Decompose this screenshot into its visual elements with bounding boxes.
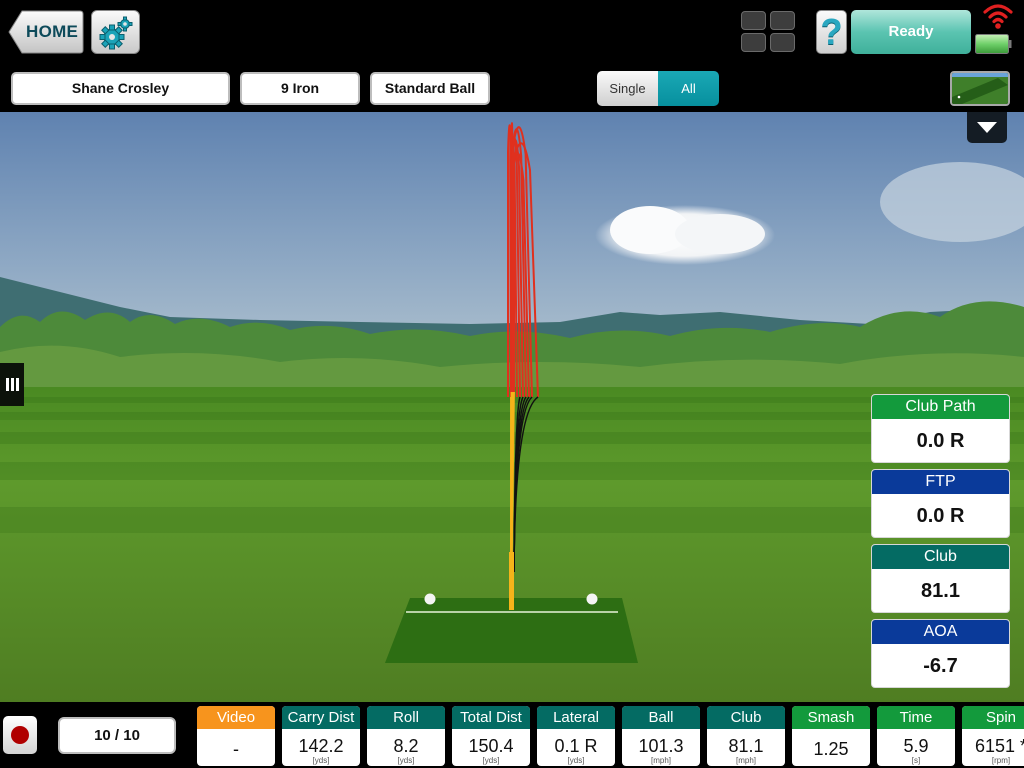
grid-icon-cell — [770, 33, 795, 52]
metric-card-label: Club Path — [872, 395, 1009, 419]
stat-value: 1.25 — [813, 739, 849, 759]
stat-tile[interactable]: Total Dist 150.4 [yds] — [452, 706, 530, 766]
stat-label: Lateral — [537, 706, 615, 729]
stat-label: Club — [707, 706, 785, 729]
fairway-thumbnail-icon — [952, 73, 1008, 104]
metric-card[interactable]: Club Path 0.0 R — [871, 394, 1010, 463]
record-button[interactable] — [3, 716, 37, 754]
stat-value: - — [233, 739, 239, 759]
home-button[interactable]: HOME — [8, 10, 84, 54]
stat-value: 5.9 — [903, 736, 929, 756]
status-label: Ready — [888, 23, 934, 40]
golf-ball-right — [586, 593, 598, 605]
stat-value: 6151 * — [974, 736, 1024, 756]
metric-card[interactable]: AOA -6.7 — [871, 619, 1010, 688]
stat-value: 8.2 — [393, 736, 419, 756]
handle-bar-icon — [11, 378, 14, 391]
battery-icon — [975, 34, 1012, 54]
golf-simulator-app: HOME ? Ready Shane Crosley 9 Iron Standa… — [0, 0, 1024, 768]
toggle-all[interactable]: All — [658, 71, 719, 106]
stat-unit: [mph] — [650, 756, 671, 765]
handle-bar-icon — [6, 378, 9, 391]
stat-label: Ball — [622, 706, 700, 729]
stat-unit: [rpm] — [991, 756, 1011, 765]
stat-label: Carry Dist — [282, 706, 360, 729]
side-panel-handle[interactable] — [0, 363, 24, 406]
view-mode-toggle: Single All — [597, 71, 719, 106]
handle-bar-icon — [16, 378, 19, 391]
stat-tile[interactable]: Carry Dist 142.2 [yds] — [282, 706, 360, 766]
chevron-down-icon — [977, 122, 997, 133]
stat-value: 101.3 — [638, 736, 684, 756]
metric-card-label: AOA — [872, 620, 1009, 644]
ball-selector[interactable]: Standard Ball — [370, 72, 490, 105]
stat-label: Video — [197, 706, 275, 729]
stat-tile[interactable]: Spin 6151 * [rpm] — [962, 706, 1024, 766]
stat-tile[interactable]: Roll 8.2 [yds] — [367, 706, 445, 766]
grid-icon-cell — [741, 33, 766, 52]
grid-icon-cell — [741, 11, 766, 30]
stat-unit: [yds] — [397, 756, 415, 765]
metric-card-value: 0.0 R — [916, 430, 965, 452]
player-selector[interactable]: Shane Crosley — [11, 72, 230, 105]
stat-value: 142.2 — [298, 736, 344, 756]
shot-counter[interactable]: 10 / 10 — [58, 717, 176, 754]
golf-ball-left — [424, 593, 436, 605]
metric-card-label: Club — [872, 545, 1009, 569]
course-view-button[interactable] — [950, 71, 1010, 106]
layout-grid-button[interactable] — [741, 11, 797, 53]
status-ready-button[interactable]: Ready — [851, 10, 971, 54]
stat-tile[interactable]: Lateral 0.1 R [yds] — [537, 706, 615, 766]
grid-icon-cell — [770, 11, 795, 30]
stat-tile[interactable]: Club 81.1 [mph] — [707, 706, 785, 766]
stat-value: 150.4 — [468, 736, 514, 756]
metric-card[interactable]: Club 81.1 — [871, 544, 1010, 613]
question-mark-icon: ? — [820, 11, 843, 52]
record-icon — [11, 726, 29, 744]
metric-card-value: -6.7 — [923, 655, 958, 677]
stat-unit: [yds] — [567, 756, 585, 765]
trajectory-origin — [509, 552, 514, 610]
stat-value: 0.1 R — [554, 736, 598, 756]
metric-card[interactable]: FTP 0.0 R — [871, 469, 1010, 538]
settings-button[interactable] — [91, 10, 140, 54]
stat-unit: [s] — [911, 756, 921, 765]
gear-icon — [99, 16, 133, 50]
stat-label: Spin — [962, 706, 1024, 729]
scene-options-dropdown[interactable] — [967, 112, 1007, 143]
stat-value: 81.1 — [728, 736, 764, 756]
stat-label: Total Dist — [452, 706, 530, 729]
stat-unit: [yds] — [312, 756, 330, 765]
metric-card-value: 0.0 R — [916, 505, 965, 527]
home-label: HOME — [26, 22, 79, 41]
stat-label: Smash — [792, 706, 870, 729]
stat-label: Time — [877, 706, 955, 729]
help-button[interactable]: ? — [816, 10, 847, 54]
wifi-icon — [983, 4, 1013, 29]
stat-tile[interactable]: Smash 1.25 — [792, 706, 870, 766]
stat-tile[interactable]: Time 5.9 [s] — [877, 706, 955, 766]
metric-card-value: 81.1 — [921, 580, 960, 602]
metric-card-label: FTP — [872, 470, 1009, 494]
stat-label: Roll — [367, 706, 445, 729]
toggle-single[interactable]: Single — [597, 71, 658, 106]
stat-tile[interactable]: Ball 101.3 [mph] — [622, 706, 700, 766]
stat-tile[interactable]: Video - — [197, 706, 275, 766]
stat-unit: [mph] — [735, 756, 756, 765]
stat-unit: [yds] — [482, 756, 500, 765]
club-selector[interactable]: 9 Iron — [240, 72, 360, 105]
